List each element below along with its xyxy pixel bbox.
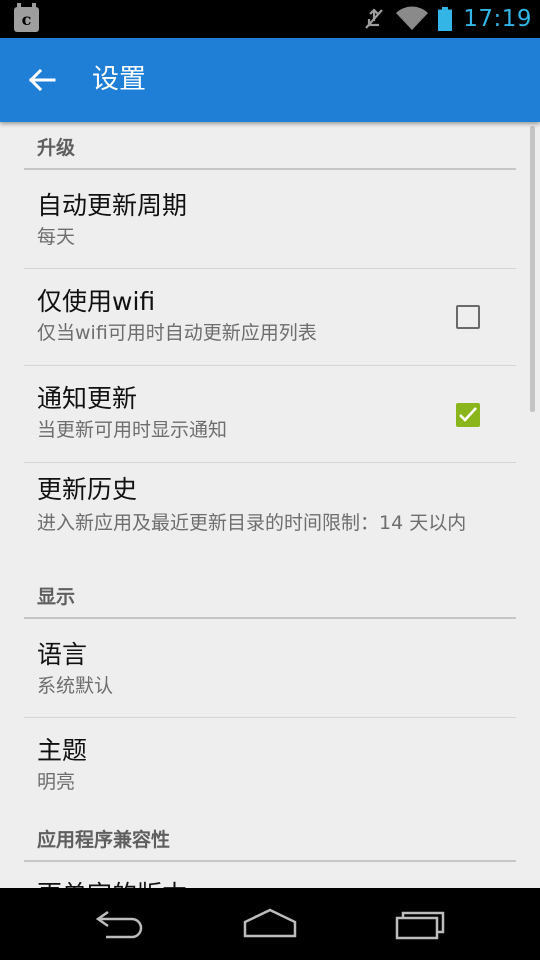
pref-title: 通知更新 xyxy=(37,384,138,413)
pref-update-interval[interactable]: 自动更新周期 每天 xyxy=(24,170,516,269)
pref-title: 主题 xyxy=(37,736,88,765)
section-header-display: 显示 xyxy=(24,566,516,619)
status-bar: c 17:19 xyxy=(0,0,540,38)
back-button[interactable] xyxy=(22,60,62,100)
checkmark-icon xyxy=(459,407,477,422)
pref-summary: 每天 xyxy=(37,226,76,248)
pref-theme[interactable]: 主题 明亮 xyxy=(24,718,516,814)
pref-update-history[interactable]: 更新历史 进入新应用及最近更新目录的时间限制：14 天以内 xyxy=(24,463,516,566)
pref-summary: 进入新应用及最近更新目录的时间限制：14 天以内 xyxy=(37,512,467,534)
mute-icon xyxy=(365,8,384,29)
section-header-label: 显示 xyxy=(37,586,76,608)
section-header-compat: 应用程序兼容性 xyxy=(24,814,516,862)
pref-title: 语言 xyxy=(37,640,88,669)
status-icons: 17:19 xyxy=(361,0,532,38)
pref-title: 自动更新周期 xyxy=(37,191,188,220)
back-icon xyxy=(95,910,143,939)
clock: 17:19 xyxy=(463,6,532,32)
page-title: 设置 xyxy=(92,64,146,95)
wifi-only-checkbox[interactable] xyxy=(456,305,480,329)
section-header-label: 升级 xyxy=(37,137,76,159)
pref-summary: 当更新可用时显示通知 xyxy=(37,419,228,441)
nav-home-button[interactable] xyxy=(242,904,298,948)
pref-language[interactable]: 语言 系统默认 xyxy=(24,619,516,718)
scrollbar[interactable] xyxy=(530,126,535,412)
nav-back-button[interactable] xyxy=(92,904,148,948)
battery-icon xyxy=(438,7,453,31)
pref-partial[interactable]: 更单字的版本 xyxy=(24,862,516,888)
pref-notify-updates[interactable]: 通知更新 当更新可用时显示通知 xyxy=(24,366,516,463)
nav-recents-button[interactable] xyxy=(394,904,450,948)
section-header-label: 应用程序兼容性 xyxy=(37,829,171,851)
section-header-upgrade: 升级 xyxy=(24,122,516,170)
pref-summary: 仅当wifi可用时自动更新应用列表 xyxy=(37,322,317,344)
pref-summary: 系统默认 xyxy=(37,675,114,697)
navigation-bar xyxy=(0,888,540,960)
wifi-icon xyxy=(396,6,429,30)
settings-list[interactable]: 升级 自动更新周期 每天 仅使用wifi 仅当wifi可用时自动更新应用列表 通… xyxy=(0,122,540,888)
pref-summary: 明亮 xyxy=(37,771,76,793)
pref-title: 更新历史 xyxy=(37,475,138,504)
notify-updates-checkbox[interactable] xyxy=(456,403,480,427)
recents-icon xyxy=(395,911,445,940)
pref-title: 仅使用wifi xyxy=(37,287,156,316)
pref-title: 更单字的版本 xyxy=(37,862,503,888)
home-icon xyxy=(243,908,297,938)
app-bar: 设置 xyxy=(0,38,540,122)
app-notification-icon: c xyxy=(14,3,39,32)
pref-wifi-only[interactable]: 仅使用wifi 仅当wifi可用时自动更新应用列表 xyxy=(24,269,516,366)
arrow-left-icon xyxy=(28,68,56,92)
